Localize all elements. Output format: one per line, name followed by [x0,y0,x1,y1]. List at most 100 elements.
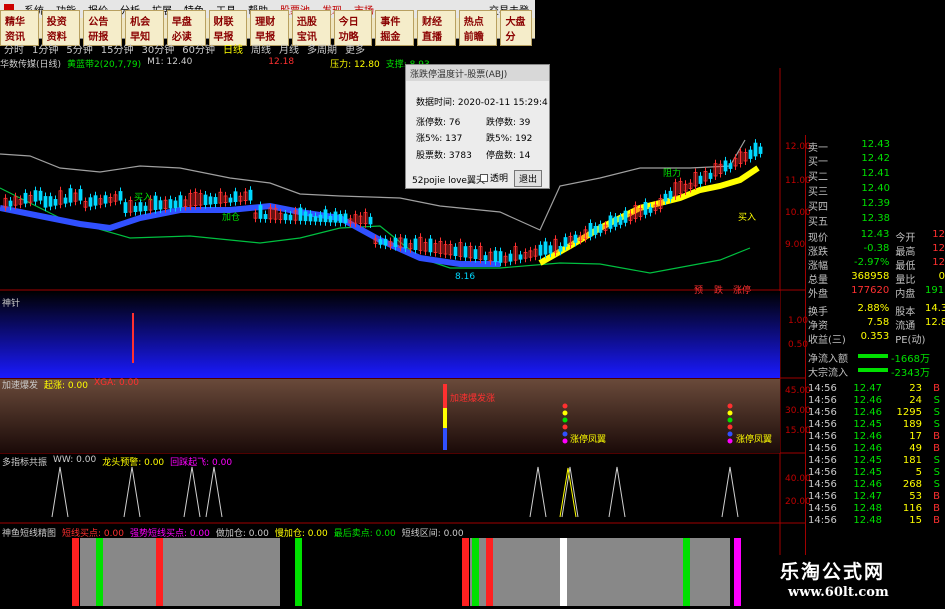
tag-die: 跌 [714,286,724,296]
blue-band [0,202,500,267]
candle-body [748,149,753,159]
candle-body [118,191,123,201]
yellow-band [538,165,760,266]
quote-row-buy1: 买一 12.42 [808,153,890,168]
stat2-row: 净资 7.58 流通 12.8 [808,317,945,332]
period-tab-5[interactable]: 60分钟 [178,41,219,56]
candle-body [203,194,208,205]
tick-row: 14:56 12.45 181 S [808,455,940,466]
p2-signal-dot [727,431,733,437]
candle-body [598,224,603,233]
candle-body [343,213,348,224]
dialog-dt: 跌停数: 39 [486,118,531,128]
candle-body [233,191,238,202]
candle-body [63,197,68,204]
main-axis-label: 9.00 [785,240,806,250]
candle-body [168,199,173,209]
dialog-gp: 股票数: 3783 [416,151,472,161]
candle-body [383,238,388,246]
panel-shenyu-label-3: 慢加仓: 0.00 [274,529,328,539]
period-tab-4[interactable]: 30分钟 [137,41,178,56]
low-price-label: 8.16 [455,272,476,282]
p2-signal-label: 涨停凤翼 [736,435,773,445]
p4-signal-bar [560,538,567,606]
candle-body [378,239,383,245]
candle-body [758,146,763,154]
dialog-footer: 52pojie love翼天 [412,176,485,186]
candle-body [298,207,303,221]
candle-body [263,214,268,220]
candle-body [288,214,293,221]
candle-body [728,163,733,169]
p4-signal-bar [472,538,479,606]
p4-signal-bar [683,538,690,606]
panel-jiasu-title: 加速爆发 [2,381,39,391]
period-tab-3[interactable]: 15分钟 [97,41,138,56]
candle-body [493,250,498,262]
period-tab-7[interactable]: 周线 [247,41,275,56]
candle-body [588,222,593,237]
candle-body [53,199,58,206]
p3-triangle [183,466,201,518]
panel-duozhibiao-sub2: 龙头预警: 0.00 [102,458,165,468]
tick-row: 14:56 12.45 5 S [808,467,940,478]
stat2-row: 收益(三) 0.353 PE(动) [808,331,926,346]
period-tab-10[interactable]: 更多 [341,41,369,56]
candle-body [283,213,288,221]
candle-body [663,193,668,202]
panel-shenyu-title: 神鱼短线精图 [2,529,57,539]
candle-body [48,196,53,207]
dialog-d5: 跌5%: 192 [486,134,533,144]
candle-body [23,192,28,204]
p2-signal-dot [727,417,733,423]
candle-body [33,190,38,202]
candle-body [258,205,263,219]
period-tab-daily[interactable]: 日线 [219,41,247,56]
p2-signal-dot [562,424,568,430]
candle-body [158,200,163,210]
p2-signal-bar-y [443,408,447,428]
candle-body [133,205,138,212]
transparent-label: 透明 [490,174,509,184]
exit-button[interactable]: 退出 [514,170,543,187]
stat-row: 外盘177620内盘1913 [808,285,945,300]
checkbox-icon[interactable] [480,173,488,182]
candle-body [463,246,468,258]
panel-shenyu-label-0: 短线买点: 0.00 [62,529,124,539]
p2-signal-dot [727,403,733,409]
tick-row: 14:56 12.46 268 S [808,479,940,490]
tag-zhangting: 涨停 [733,286,752,296]
panel-shenyu-header: 神鱼短线精图 短线买点: 0.00 强势短线买点: 0.00 做加仓: 0.00… [2,526,464,539]
panel-duozhibiao-title: 多指标共振 [2,458,48,468]
dialog-tp: 停盘数: 14 [486,151,531,161]
period-tab-0[interactable]: 分时 [0,41,28,56]
period-tab-9[interactable]: 多周期 [303,41,341,56]
period-tab-8[interactable]: 月线 [275,41,303,56]
quote-row-buy3: 买三 12.40 [808,183,890,198]
candle-body [228,197,233,203]
flow-row: 大宗流入 -2343万 [808,368,930,379]
flow-row: 净流入额 -1668万 [808,354,930,365]
p2-signal-dot [562,431,568,437]
panel-shenyu-label-1: 强势短线买点: 0.00 [129,529,210,539]
resist-signal-label: 阻力 [663,169,682,179]
candle-body [88,197,93,207]
panel-jiasu-sub2: XGA: 0.00 [93,378,140,388]
p3-triangle [608,466,626,518]
limit-thermometer-dialog[interactable]: 涨跌停温度计-股票(ABJ) 数据时间: 2020-02-11 15:29:4 … [405,64,550,189]
p4-zone [80,538,280,606]
transparent-checkbox[interactable]: 透明 [480,171,508,184]
period-tab-1[interactable]: 1分钟 [28,41,62,56]
candle-body [518,254,523,260]
p2-signal-label: 涨停凤翼 [570,435,607,445]
watermark-text-1: 乐淘公式网 [780,561,886,583]
quote-row-buy4: 买四 12.39 [808,198,890,213]
quote-row-buy2: 买二 12.41 [808,168,890,183]
candle-body [68,188,73,203]
candle-body [558,245,563,252]
dialog-title[interactable]: 涨跌停温度计-股票(ABJ) [406,65,549,81]
support-line [0,187,751,274]
period-tab-2[interactable]: 5分钟 [62,41,96,56]
p4-signal-bar [486,538,493,606]
p3-triangle [721,466,739,518]
